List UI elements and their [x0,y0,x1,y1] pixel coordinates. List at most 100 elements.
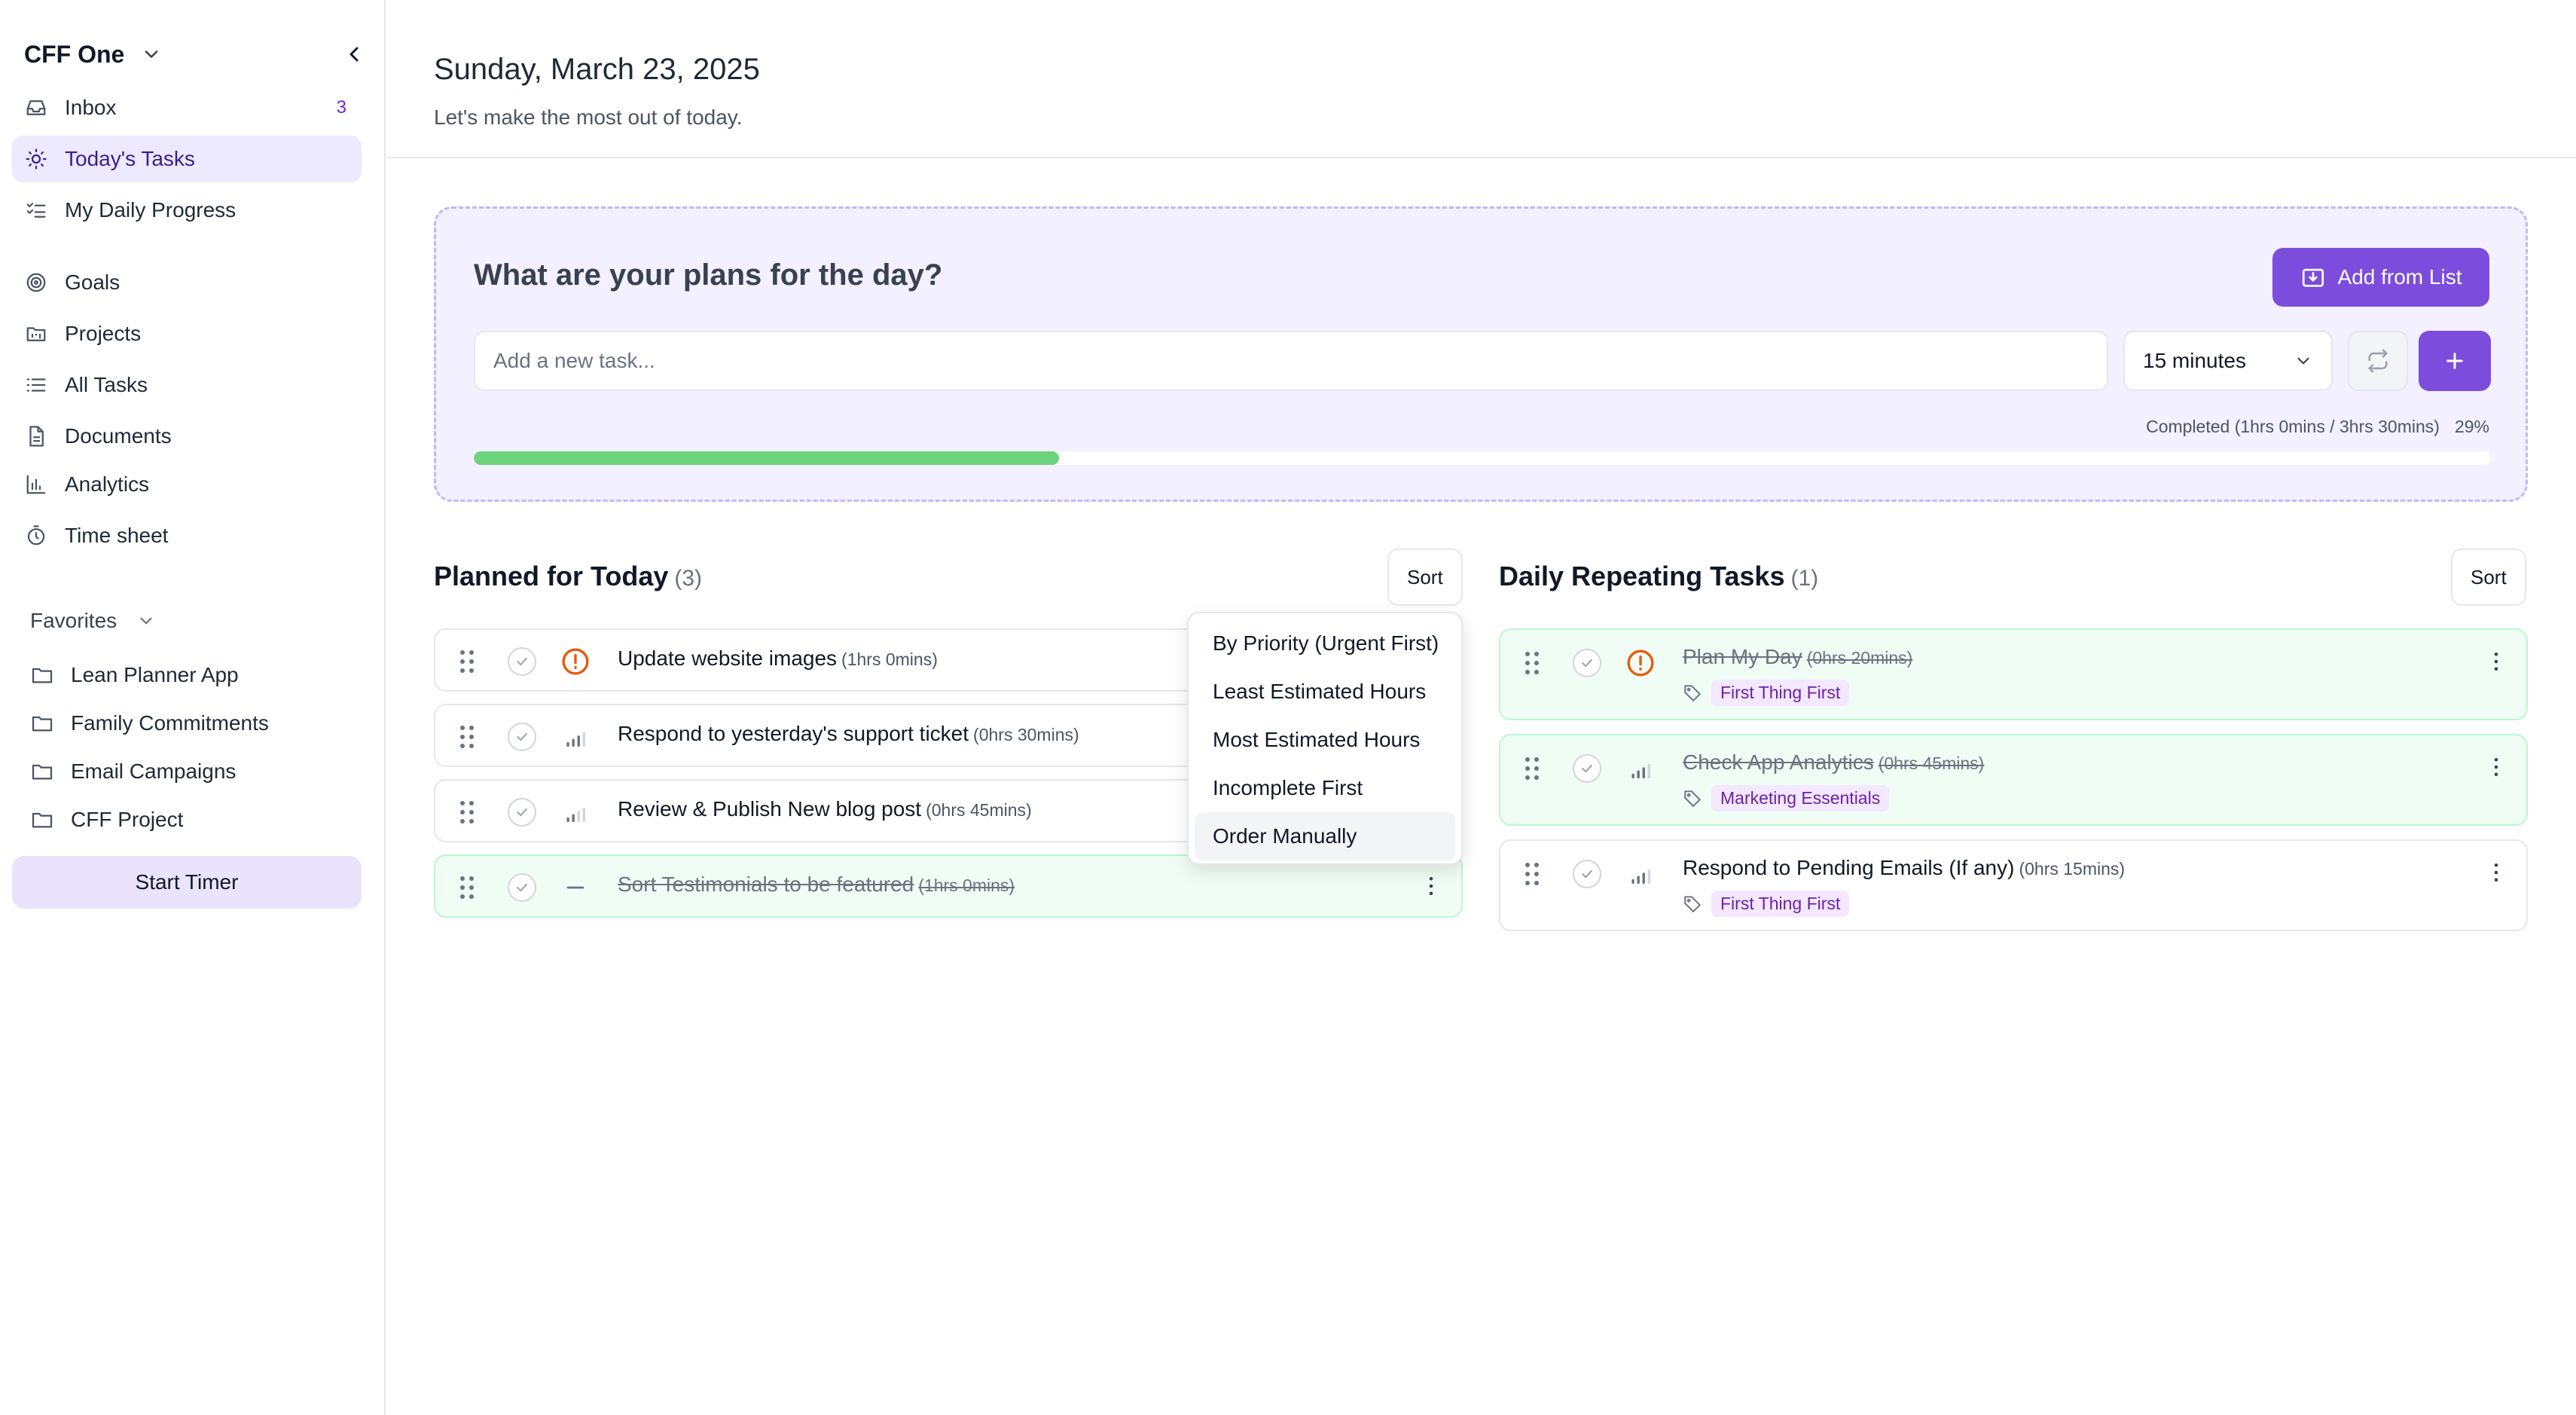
sidebar-item-projects[interactable]: Projects [12,310,362,357]
sidebar-item-todays-tasks[interactable]: Today's Tasks [12,136,362,182]
checklist-icon [24,198,48,222]
collapse-sidebar-icon[interactable] [342,42,366,66]
add-task-button[interactable] [2419,331,2491,391]
more-options-icon[interactable] [2487,649,2505,674]
workspace-switcher[interactable]: CFF One [24,36,162,72]
sidebar-item-label: Goals [65,270,121,294]
drag-handle-icon[interactable] [458,874,476,901]
sidebar-item-inbox[interactable]: Inbox 3 [12,84,362,131]
sidebar-item-label: Projects [65,322,142,345]
import-icon [2300,264,2326,290]
sidebar-item-label: Today's Tasks [65,147,195,170]
timer-icon [24,524,48,548]
drag-handle-icon[interactable] [458,723,476,750]
sidebar-item-label: Documents [65,424,172,448]
new-task-input[interactable] [474,331,2108,391]
plans-panel: What are your plans for the day? Add fro… [434,206,2528,502]
task-estimate: (1hrs 0mins) [841,649,938,669]
drag-handle-icon[interactable] [458,648,476,675]
complete-checkbox[interactable] [508,798,536,827]
repeat-icon [2365,348,2391,374]
task-card[interactable]: Plan My Day (0hrs 20mins) First Thing Fir… [1499,628,2528,720]
drag-handle-icon[interactable] [1523,649,1541,677]
task-tag[interactable]: Marketing Essentials [1683,785,1890,811]
progress-bar-fill [474,451,1059,465]
sort-option-incomplete-first[interactable]: Incomplete First [1195,764,1455,812]
favorite-lean-planner-app[interactable]: Lean Planner App [30,657,239,693]
folder-icon [30,759,54,784]
no-priority-icon [560,873,591,903]
add-from-list-button[interactable]: Add from List [2272,248,2489,307]
complete-checkbox[interactable] [508,873,536,902]
task-title: Plan My Day (0hrs 20mins) [1683,645,1912,669]
complete-checkbox[interactable] [508,723,536,751]
complete-checkbox[interactable] [1573,649,1601,677]
drag-handle-icon[interactable] [458,799,476,826]
repeating-sort-button[interactable]: Sort [2451,549,2526,606]
task-card[interactable]: Respond to Pending Emails (If any) (0hrs … [1499,839,2528,931]
sort-menu: By Priority (Urgent First) Least Estimat… [1187,612,1463,865]
completion-percent: 29% [2454,417,2489,436]
task-estimate: (0hrs 30mins) [973,725,1079,744]
more-options-icon[interactable] [2487,755,2505,779]
folder-icon [30,663,54,687]
duration-select[interactable]: 15 minutes [2123,331,2333,391]
sort-option-priority[interactable]: By Priority (Urgent First) [1195,619,1455,668]
task-title: Respond to yesterday's support ticket (0h… [618,722,1079,746]
complete-checkbox[interactable] [508,647,536,676]
sidebar: CFF One Inbox 3 Today's Tasks My Daily P… [0,0,386,1415]
favorites-toggle[interactable]: Favorites [30,603,156,639]
complete-checkbox[interactable] [1573,860,1601,888]
drag-handle-icon[interactable] [1523,755,1541,782]
task-card[interactable]: Check App Analytics (0hrs 45mins) Marketi… [1499,734,2528,826]
sidebar-item-analytics[interactable]: Analytics [12,461,362,508]
favorite-cff-project[interactable]: CFF Project [30,802,183,838]
folder-icon [30,711,54,735]
priority-medium-icon [560,722,591,752]
complete-checkbox[interactable] [1573,754,1601,783]
favorite-label: CFF Project [71,808,184,831]
favorite-email-campaigns[interactable]: Email Campaigns [30,753,236,790]
tag-label: Marketing Essentials [1711,785,1890,811]
sort-option-order-manually[interactable]: Order Manually [1195,812,1455,860]
document-icon [24,424,48,448]
more-options-icon[interactable] [1422,874,1440,898]
sidebar-item-daily-progress[interactable]: My Daily Progress [12,187,362,234]
task-title-text: Respond to yesterday's support ticket [618,722,969,745]
sidebar-item-documents[interactable]: Documents [12,413,362,460]
task-title-text: Sort Testimonials to be featured [618,873,914,896]
page-header: Sunday, March 23, 2025 Let's make the mo… [387,0,2576,158]
tag-label: First Thing First [1711,680,1850,706]
completion-text: Completed (1hrs 0mins / 3hrs 30mins) [2146,417,2440,436]
favorites-heading: Favorites [30,609,118,632]
task-estimate: (1hrs 0mins) [918,876,1015,895]
task-estimate: (0hrs 45mins) [1878,753,1985,773]
sort-option-least-hours[interactable]: Least Estimated Hours [1195,668,1455,716]
repeat-toggle-button[interactable] [2348,331,2408,391]
task-title: Update website images (1hrs 0mins) [618,646,938,671]
task-tag[interactable]: First Thing First [1683,891,1850,917]
plans-title: What are your plans for the day? [474,258,943,292]
priority-medium-icon [1625,753,1656,784]
repeating-title-text: Daily Repeating Tasks [1499,561,1785,591]
sort-option-most-hours[interactable]: Most Estimated Hours [1195,716,1455,764]
sidebar-item-all-tasks[interactable]: All Tasks [12,362,362,408]
repeating-section-title: Daily Repeating Tasks (1) [1499,561,1818,592]
planned-sort-button[interactable]: Sort [1387,549,1463,606]
task-estimate: (0hrs 45mins) [926,800,1032,820]
progress-bar [474,451,2491,465]
favorite-family-commitments[interactable]: Family Commitments [30,705,269,741]
start-timer-button[interactable]: Start Timer [12,856,362,909]
page-subtitle: Let's make the most out of today. [434,105,743,129]
sidebar-item-time-sheet[interactable]: Time sheet [12,512,362,559]
drag-handle-icon[interactable] [1523,860,1541,888]
planned-count: (3) [674,566,703,591]
target-icon [24,270,48,295]
task-tag[interactable]: First Thing First [1683,680,1850,706]
completion-summary: Completed (1hrs 0mins / 3hrs 30mins) 29% [2146,417,2489,437]
sidebar-item-label: Inbox [65,96,117,119]
sidebar-item-goals[interactable]: Goals [12,259,362,306]
folder-kanban-icon [24,322,48,346]
more-options-icon[interactable] [2487,860,2505,885]
task-title: Respond to Pending Emails (If any) (0hrs … [1683,856,2125,880]
